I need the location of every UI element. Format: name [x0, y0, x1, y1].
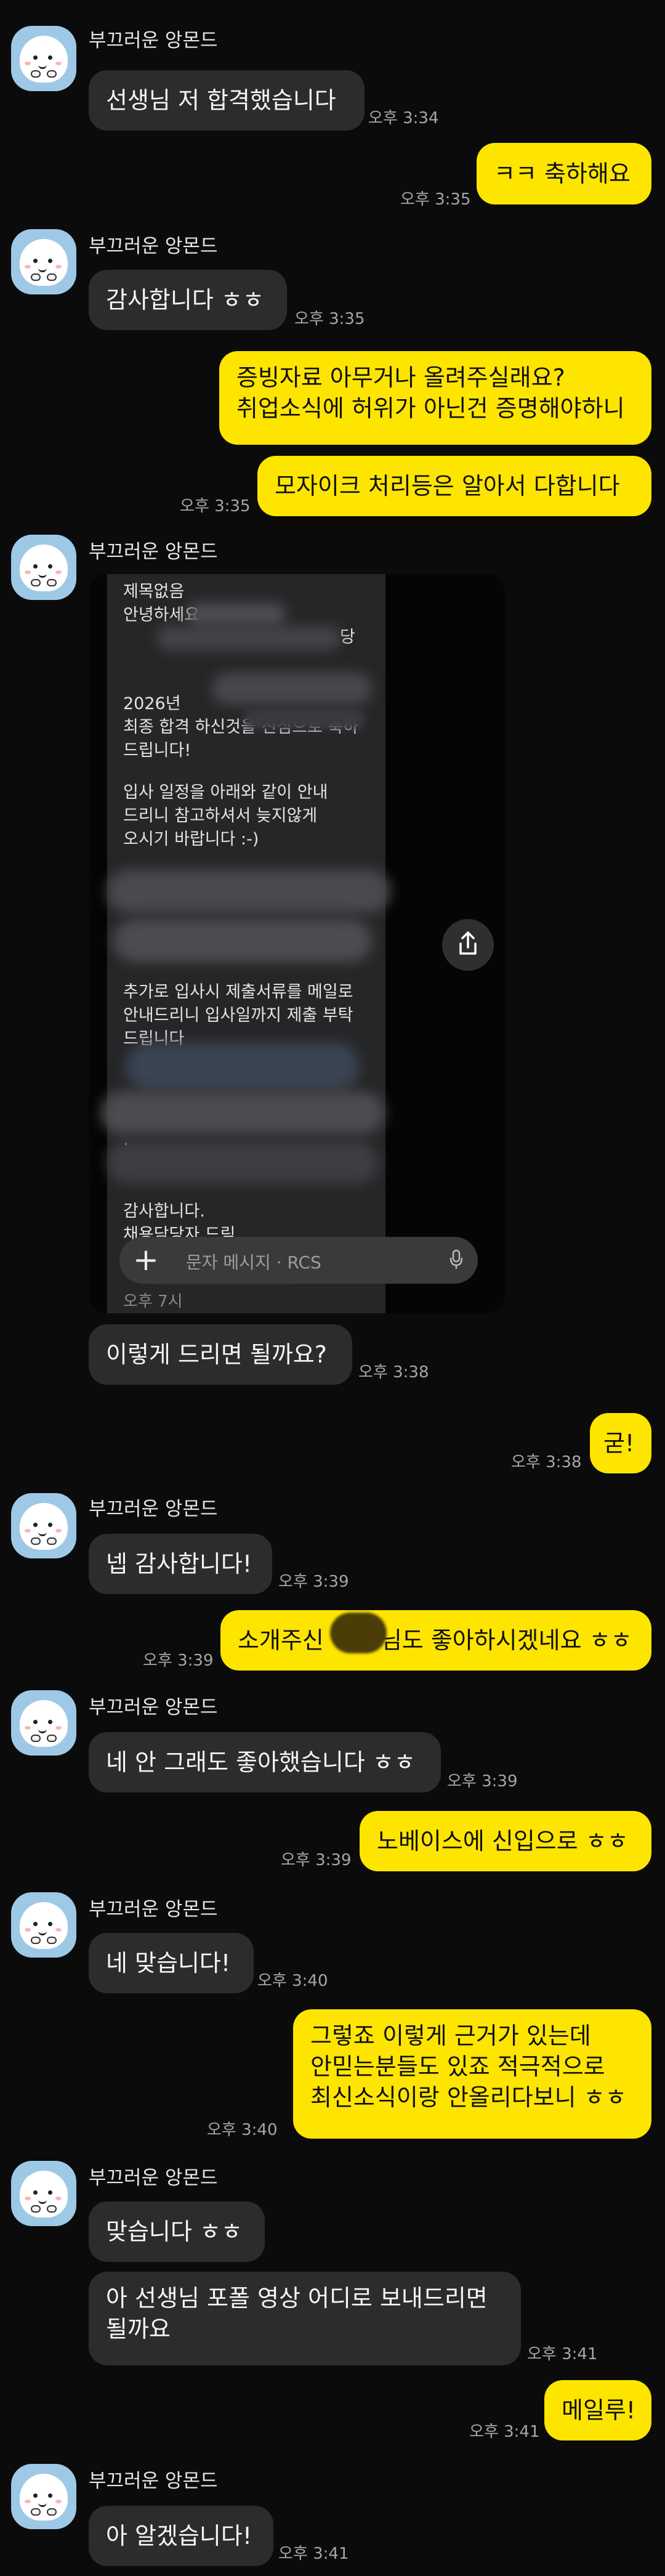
sms-partial: 당: [340, 628, 355, 647]
message-bubble[interactable]: 소개주신 님도 좋아하시겠네요 ㅎㅎ: [220, 1610, 651, 1671]
message-time: 오후 3:41: [469, 2423, 540, 2441]
message-bubble[interactable]: 이렇게 드리면 될까요?: [89, 1324, 352, 1385]
message-line: 취업소식에 허위가 아닌건 증명해야하니: [236, 395, 625, 422]
message-time: 오후 3:39: [447, 1772, 518, 1791]
message-time: 오후 3:39: [281, 1851, 352, 1869]
sender-name: 부끄러운 앙몬드: [89, 1696, 218, 1719]
sender-name: 부끄러운 앙몬드: [89, 541, 218, 563]
mosaic-blur: [107, 870, 390, 913]
message-bubble[interactable]: 아 알겠습니다!: [89, 2506, 273, 2566]
message-time: 오후 3:38: [358, 1363, 429, 1382]
mosaic-blur: [101, 1092, 384, 1135]
message-time: 오후 3:41: [278, 2545, 349, 2563]
mosaic-blur: [212, 673, 372, 705]
sms-line: 오시기 바랍니다 :-): [123, 830, 259, 849]
message-bubble[interactable]: 선생님 저 합격했습니다: [89, 70, 365, 131]
message-bubble[interactable]: 증빙자료 아무거나 올려주실래요? 취업소식에 허위가 아닌건 증명해야하니: [219, 351, 651, 445]
message-bubble[interactable]: 굳!: [590, 1413, 651, 1473]
sender-name: 부끄러운 앙몬드: [89, 2167, 218, 2189]
message-time: 오후 3:40: [207, 2121, 278, 2139]
sms-year: 2026년: [123, 694, 181, 713]
mosaic-blur: [107, 1141, 378, 1184]
mosaic-blur: [126, 1042, 360, 1092]
sender-name: 부끄러운 앙몬드: [89, 1498, 218, 1520]
message-line: 될까요: [106, 2315, 171, 2343]
message-time: 오후 3:38: [511, 1453, 582, 1472]
message-bubble[interactable]: 네 안 그래도 좋아했습니다 ㅎㅎ: [89, 1732, 441, 1792]
message-time: 오후 3:41: [527, 2345, 598, 2363]
sms-subject: 제목없음: [123, 582, 185, 601]
message-time: 오후 3:35: [400, 190, 471, 209]
avatar[interactable]: [11, 229, 76, 294]
message-time: 오후 3:35: [294, 310, 365, 328]
microphone-icon: [449, 1249, 463, 1273]
message-bubble[interactable]: 감사합니다 ㅎㅎ: [89, 270, 287, 330]
mosaic-blur: [243, 708, 366, 729]
message-time: 오후 3:34: [368, 109, 439, 128]
message-bubble[interactable]: 맞습니다 ㅎㅎ: [89, 2201, 265, 2262]
mosaic-blur: [330, 1613, 387, 1653]
message-line: 안믿는분들도 있죠 적극적으로: [310, 2053, 605, 2080]
add-icon: +: [133, 1242, 159, 1278]
message-line: 아 선생님 포폴 영상 어디로 보내드리면: [106, 2285, 488, 2312]
message-bubble[interactable]: 노베이스에 신입으로 ㅎㅎ: [360, 1811, 651, 1871]
mosaic-blur: [187, 602, 286, 627]
sender-name: 부끄러운 앙몬드: [89, 30, 218, 52]
sender-name: 부끄러운 앙몬드: [89, 2470, 218, 2492]
avatar[interactable]: [11, 26, 76, 91]
avatar[interactable]: [11, 535, 76, 600]
sms-line: 추가로 입사시 제출서류를 메일로: [123, 982, 353, 1002]
avatar[interactable]: [11, 1493, 76, 1558]
sms-input-placeholder: 문자 메시지 · RCS: [186, 1252, 321, 1273]
avatar[interactable]: [11, 2464, 76, 2529]
sms-line: 안내드리니 입사일까지 제출 부탁: [123, 1006, 353, 1025]
mosaic-blur: [156, 626, 341, 650]
sender-name: 부끄러운 앙몬드: [89, 235, 218, 257]
share-button[interactable]: [442, 919, 494, 971]
share-icon: [456, 930, 480, 960]
sms-input-bar: + 문자 메시지 · RCS: [119, 1237, 478, 1284]
sms-line: 입사 일정을 아래와 같이 안내: [123, 783, 328, 802]
message-text-part: 님도 좋아하시겠네요 ㅎㅎ: [380, 1627, 632, 1654]
sms-line: 감사합니다.: [123, 1202, 205, 1221]
message-bubble[interactable]: 넵 감사합니다!: [89, 1534, 272, 1594]
message-time: 오후 3:35: [180, 497, 251, 516]
message-bubble[interactable]: 아 선생님 포폴 영상 어디로 보내드리면 될까요: [89, 2272, 521, 2365]
sms-line: 드립니다!: [123, 741, 191, 760]
message-line: 증빙자료 아무거나 올려주실래요?: [236, 364, 565, 391]
message-bubble[interactable]: 네 맞습니다!: [89, 1933, 254, 1993]
message-bubble[interactable]: 모자이크 처리등은 알아서 다합니다: [257, 456, 651, 516]
mosaic-blur: [113, 919, 372, 962]
sms-time: 오후 7시: [123, 1292, 183, 1311]
message-line: 최신소식이랑 안올리다보니 ㅎㅎ: [310, 2084, 627, 2111]
message-bubble[interactable]: 메일루!: [544, 2380, 651, 2440]
message-bubble[interactable]: ㅋㅋ 축하해요: [477, 143, 651, 205]
avatar[interactable]: [11, 1892, 76, 1958]
message-line: 그렇죠 이렇게 근거가 있는데: [310, 2022, 591, 2049]
avatar[interactable]: [11, 2161, 76, 2226]
message-bubble[interactable]: 그렇죠 이렇게 근거가 있는데 안믿는분들도 있죠 적극적으로 최신소식이랑 안…: [293, 2009, 651, 2139]
message-time: 오후 3:39: [278, 1573, 349, 1591]
message-time: 오후 3:40: [257, 1972, 328, 1990]
message-text-part: 소개주신: [238, 1627, 324, 1654]
sender-name: 부끄러운 앙몬드: [89, 1898, 218, 1921]
sms-line: 드리니 참고하셔서 늦지않게: [123, 806, 318, 825]
avatar[interactable]: [11, 1690, 76, 1756]
message-time: 오후 3:39: [143, 1651, 214, 1670]
